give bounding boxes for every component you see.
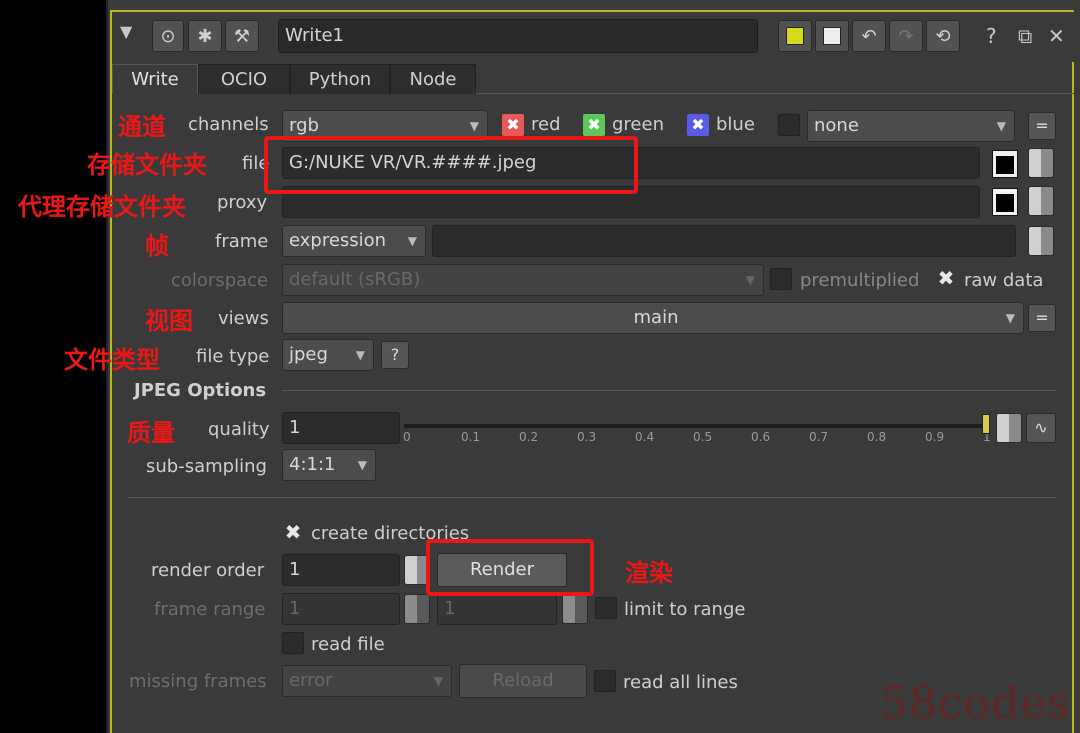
redo-icon[interactable]: ↷	[889, 20, 923, 52]
sub-sampling-select[interactable]: 4:1:1 ▼	[282, 449, 376, 481]
slider-tick-label: 0.8	[867, 430, 887, 444]
slider-tick-label: 0.4	[635, 430, 655, 444]
slider-tick-label: 0.3	[577, 430, 597, 444]
annotation-channels: 通道	[118, 113, 166, 141]
channels-link-button[interactable]: =	[1028, 112, 1056, 140]
render-order-label: render order	[151, 560, 265, 581]
quality-slider-handle[interactable]	[982, 414, 990, 434]
alpha-checkbox[interactable]	[778, 114, 800, 136]
channels-label: channels	[188, 114, 269, 135]
wrench-icon[interactable]: ⚒	[225, 20, 259, 52]
annotation-file-type: 文件类型	[64, 346, 160, 374]
frame-expression-input[interactable]	[432, 225, 1016, 257]
blue-label: blue	[716, 114, 755, 135]
read-all-lines-label: read all lines	[623, 672, 738, 693]
collapse-triangle-icon[interactable]: ▼	[120, 22, 132, 41]
red-label: red	[531, 114, 561, 135]
color-yellow-icon[interactable]	[778, 20, 812, 52]
views-select[interactable]: main ▼	[282, 302, 1024, 334]
jpeg-options-title: JPEG Options	[134, 380, 267, 401]
frame-range-end-input[interactable]: 1	[437, 593, 557, 625]
extra-channel-select[interactable]: none ▼	[807, 110, 1015, 142]
help-icon[interactable]: ?	[986, 24, 997, 48]
annotation-quality: 质量	[127, 419, 175, 447]
proxy-animation-icon[interactable]	[1028, 186, 1054, 216]
undo-icon[interactable]: ↶	[852, 20, 886, 52]
colorspace-select[interactable]: default (sRGB) ▼	[282, 264, 764, 296]
slider-tick-label: 0.1	[461, 430, 481, 444]
read-file-label: read file	[311, 634, 385, 655]
sub-sampling-label: sub-sampling	[146, 456, 267, 477]
slider-tick-label: 0.7	[809, 430, 829, 444]
file-highlight-box	[264, 136, 638, 194]
raw-data-checkbox[interactable]: ✖	[935, 267, 957, 289]
views-label: views	[218, 308, 269, 329]
close-icon[interactable]: ✕	[1048, 24, 1065, 48]
premultiplied-checkbox[interactable]	[770, 268, 792, 290]
quality-animation-icon[interactable]	[996, 413, 1022, 443]
quality-input[interactable]: 1	[282, 412, 400, 444]
file-animation-icon[interactable]	[1028, 148, 1054, 178]
frame-animation-icon[interactable]	[1028, 226, 1054, 256]
render-highlight-box	[426, 539, 594, 596]
file-type-label: file type	[196, 346, 270, 367]
slider-tick-label: 0.9	[925, 430, 945, 444]
float-panel-icon[interactable]: ⧉	[1018, 24, 1032, 48]
colorspace-label: colorspace	[171, 270, 269, 291]
annotation-frame: 帧	[145, 232, 169, 260]
green-checkbox[interactable]: ✖	[583, 114, 605, 136]
curve-editor-icon[interactable]: ∿	[1026, 413, 1056, 443]
proxy-label: proxy	[217, 192, 268, 213]
slider-tick-label: 0.5	[693, 430, 713, 444]
annotation-file: 存储文件夹	[87, 151, 207, 179]
raw-data-label: raw data	[964, 270, 1044, 291]
premultiplied-label: premultiplied	[800, 270, 920, 291]
node-name-field[interactable]: Write1	[278, 19, 758, 53]
views-link-button[interactable]: =	[1028, 304, 1056, 332]
file-type-help-button[interactable]: ?	[381, 341, 409, 369]
quality-label: quality	[208, 419, 270, 440]
tab-write[interactable]: Write	[112, 64, 198, 94]
proxy-browse-icon[interactable]	[992, 188, 1018, 216]
section-divider	[282, 390, 1056, 391]
annotation-views: 视图	[145, 307, 193, 335]
green-label: green	[612, 114, 664, 135]
tab-python[interactable]: Python	[290, 64, 390, 94]
missing-frames-select[interactable]: error ▼	[282, 665, 452, 697]
frame-label: frame	[215, 231, 269, 252]
color-white-icon[interactable]	[815, 20, 849, 52]
blue-checkbox[interactable]: ✖	[687, 114, 709, 136]
frame-range-start-animation-icon[interactable]	[404, 594, 430, 624]
watermark: 58codes	[880, 678, 1071, 729]
revert-icon[interactable]: ⟲	[926, 20, 960, 52]
render-order-input[interactable]: 1	[282, 554, 400, 586]
read-file-checkbox[interactable]	[282, 632, 304, 654]
tab-ocio[interactable]: OCIO	[198, 64, 290, 94]
frame-range-start-input[interactable]: 1	[282, 593, 400, 625]
file-type-select[interactable]: jpeg ▼	[282, 339, 374, 371]
frame-mode-select[interactable]: expression ▼	[282, 225, 426, 257]
node-view-icon[interactable]: ⊙	[152, 20, 184, 52]
slider-tick-label: 0.2	[519, 430, 539, 444]
reload-button[interactable]: Reload	[459, 664, 587, 698]
annotation-proxy: 代理存储文件夹	[18, 193, 186, 221]
frame-range-end-animation-icon[interactable]	[562, 594, 588, 624]
node-bug-icon[interactable]: ✱	[188, 20, 222, 52]
tab-node[interactable]: Node	[390, 64, 476, 94]
annotation-render: 渲染	[625, 559, 673, 587]
create-directories-checkbox[interactable]: ✖	[282, 521, 304, 543]
missing-frames-label: missing frames	[129, 671, 267, 692]
slider-tick-label: 0.6	[751, 430, 771, 444]
red-checkbox[interactable]: ✖	[502, 114, 524, 136]
file-browse-icon[interactable]	[992, 150, 1018, 178]
slider-tick-label: 0	[403, 430, 411, 444]
quality-slider[interactable]	[404, 424, 988, 428]
read-all-lines-checkbox[interactable]	[594, 670, 616, 692]
frame-range-label: frame range	[154, 599, 266, 620]
render-divider	[128, 497, 1056, 498]
limit-to-range-checkbox[interactable]	[595, 597, 617, 619]
limit-to-range-label: limit to range	[624, 599, 746, 620]
